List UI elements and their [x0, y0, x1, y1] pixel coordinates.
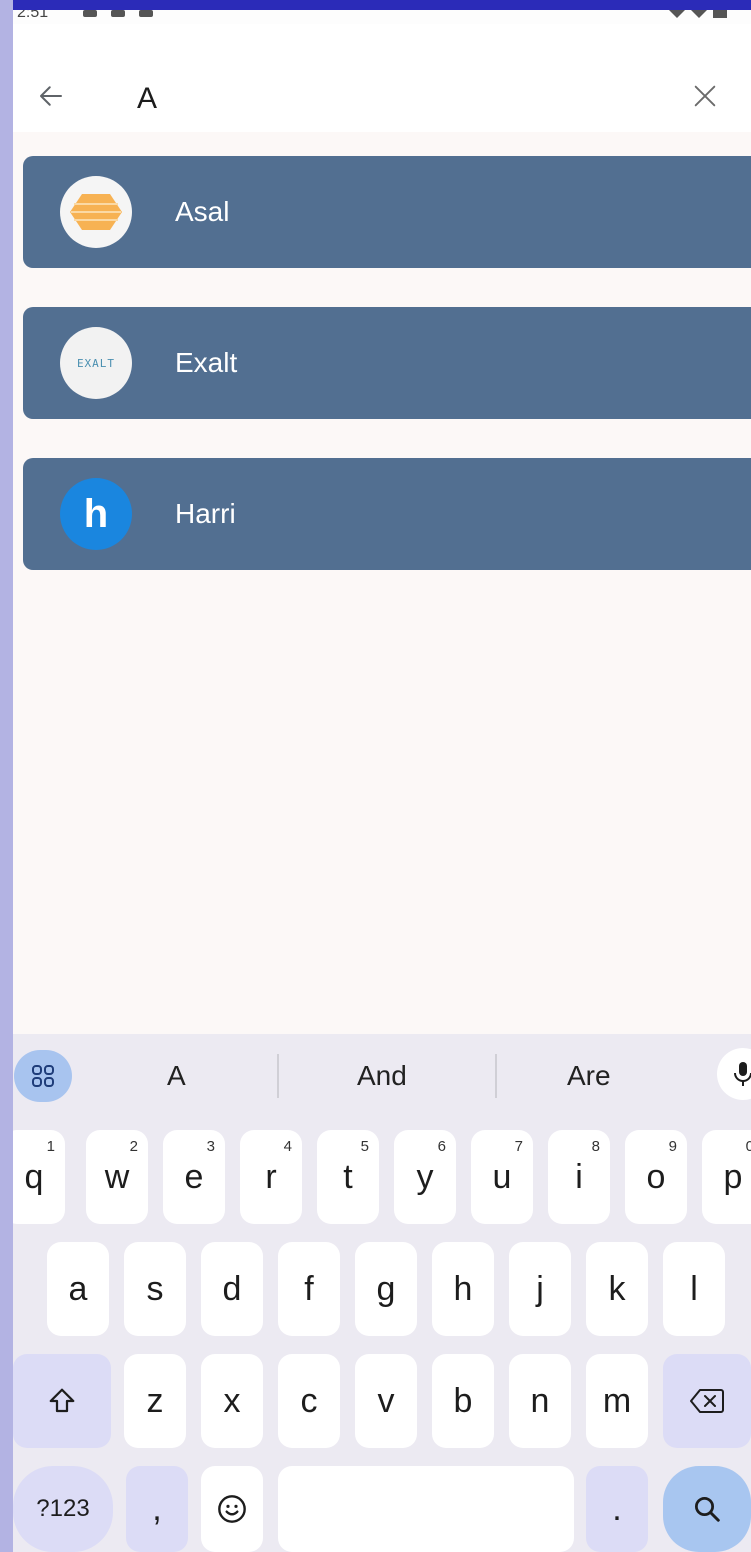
key-u[interactable]: u7 — [471, 1130, 533, 1224]
backspace-icon — [690, 1389, 724, 1413]
search-icon — [695, 1497, 720, 1522]
exalt-logo: EXALT — [60, 327, 132, 399]
close-icon — [694, 85, 716, 107]
back-button[interactable] — [31, 76, 71, 116]
result-item-asal[interactable]: Asal — [23, 156, 751, 268]
suggestion-divider — [495, 1054, 497, 1098]
phone-screen: 2:51 A Asal EXALT Exalt h Harri A And Ar… — [13, 10, 751, 1552]
signal-icon — [691, 10, 707, 18]
key-q[interactable]: q1 — [13, 1130, 65, 1224]
suggestion-2[interactable]: And — [357, 1060, 407, 1092]
search-input[interactable]: A — [137, 82, 157, 116]
key-d[interactable]: d — [201, 1242, 263, 1336]
settings-icon — [83, 10, 97, 17]
key-b[interactable]: b — [432, 1354, 494, 1448]
grid-icon — [32, 1065, 54, 1087]
status-time: 2:51 — [17, 10, 49, 21]
key-k[interactable]: k — [586, 1242, 648, 1336]
shift-icon — [49, 1388, 75, 1413]
arrow-left-icon — [40, 86, 62, 106]
comma-key[interactable]: , — [126, 1466, 188, 1552]
emoji-icon — [218, 1495, 246, 1523]
key-v[interactable]: v — [355, 1354, 417, 1448]
backspace-key[interactable] — [663, 1354, 751, 1448]
status-bar: 2:51 — [13, 10, 751, 24]
key-c[interactable]: c — [278, 1354, 340, 1448]
key-w[interactable]: w2 — [86, 1130, 148, 1224]
asal-logo — [60, 176, 132, 248]
search-key[interactable] — [663, 1466, 751, 1552]
key-t[interactable]: t5 — [317, 1130, 379, 1224]
key-i[interactable]: i8 — [548, 1130, 610, 1224]
key-a[interactable]: a — [47, 1242, 109, 1336]
symbols-key[interactable]: ?123 — [13, 1466, 113, 1552]
suggestion-1[interactable]: A — [167, 1060, 186, 1092]
emoji-key[interactable] — [201, 1466, 263, 1552]
key-x[interactable]: x — [201, 1354, 263, 1448]
suggestion-3[interactable]: Are — [567, 1060, 611, 1092]
key-j[interactable]: j — [509, 1242, 571, 1336]
notification-icon — [139, 10, 153, 17]
key-m[interactable]: m — [586, 1354, 648, 1448]
result-label: Asal — [175, 196, 230, 227]
suggestion-divider — [277, 1054, 279, 1098]
window-border — [0, 0, 13, 1552]
result-label: Exalt — [175, 347, 238, 378]
key-n[interactable]: n — [509, 1354, 571, 1448]
microphone-icon — [734, 1062, 751, 1086]
key-z[interactable]: z — [124, 1354, 186, 1448]
battery-icon — [713, 10, 727, 18]
key-r[interactable]: r4 — [240, 1130, 302, 1224]
space-key[interactable] — [278, 1466, 574, 1552]
key-f[interactable]: f — [278, 1242, 340, 1336]
period-key[interactable]: . — [586, 1466, 648, 1552]
shift-key[interactable] — [13, 1354, 111, 1448]
result-item-harri[interactable]: h Harri — [23, 458, 751, 570]
key-s[interactable]: s — [124, 1242, 186, 1336]
key-o[interactable]: o9 — [625, 1130, 687, 1224]
key-e[interactable]: e3 — [163, 1130, 225, 1224]
system-icons — [669, 10, 727, 18]
voicemail-icon — [111, 10, 125, 17]
result-label: Harri — [175, 498, 236, 529]
key-h[interactable]: h — [432, 1242, 494, 1336]
key-p[interactable]: p0 — [702, 1130, 751, 1224]
harri-logo: h — [60, 478, 132, 550]
wifi-icon — [669, 10, 685, 18]
keyboard-apps-button[interactable] — [14, 1050, 72, 1102]
search-bar: A — [13, 24, 751, 132]
clear-search-button[interactable] — [685, 76, 725, 116]
on-screen-keyboard: A And Are q1 w2 e3 r4 t5 y6 u7 i8 o9 p0 … — [13, 1034, 751, 1552]
voice-input-button[interactable] — [717, 1048, 751, 1100]
key-y[interactable]: y6 — [394, 1130, 456, 1224]
key-l[interactable]: l — [663, 1242, 725, 1336]
key-g[interactable]: g — [355, 1242, 417, 1336]
suggestion-strip: A And Are — [13, 1034, 751, 1114]
result-item-exalt[interactable]: EXALT Exalt — [23, 307, 751, 419]
notification-icons — [83, 10, 153, 18]
